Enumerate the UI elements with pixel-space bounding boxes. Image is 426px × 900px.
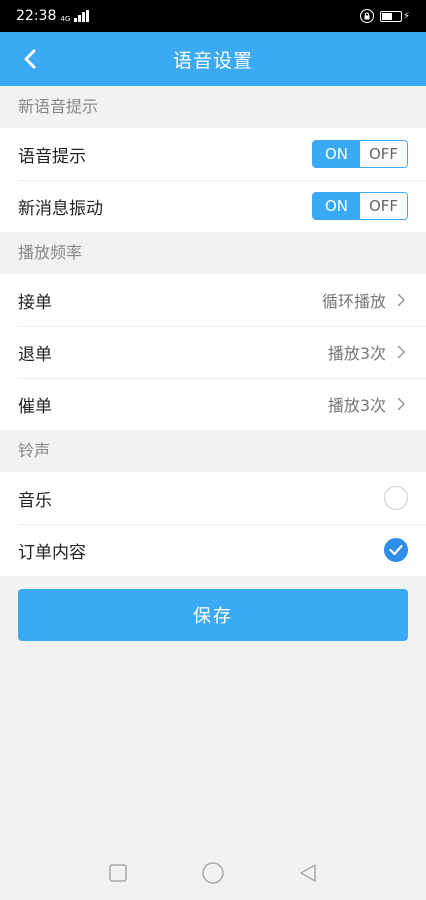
remind-frequency-select[interactable]: 播放3次 [328, 392, 408, 416]
row-accept[interactable]: 接单 循环播放 [0, 274, 426, 326]
row-refund[interactable]: 退单 播放3次 [0, 326, 426, 378]
status-left: 22:38 4G [16, 8, 90, 24]
row-value: 循环播放 [321, 292, 386, 311]
chevron-right-icon [397, 397, 406, 411]
group-new-voice: 语音提示 ON OFF 新消息振动 ON OFF [0, 128, 426, 232]
toggle-on[interactable]: ON [313, 141, 360, 167]
save-button[interactable]: 保存 [18, 589, 408, 641]
row-music[interactable]: 音乐 [0, 472, 426, 524]
group-ringtone: 音乐 订单内容 [0, 472, 426, 576]
row-label: 订单内容 [18, 542, 86, 563]
vibrate-toggle[interactable]: ON OFF [312, 192, 408, 220]
row-remind[interactable]: 催单 播放3次 [0, 378, 426, 430]
home-button[interactable] [193, 853, 233, 893]
refund-frequency-select[interactable]: 播放3次 [328, 340, 408, 364]
chevron-right-icon [397, 345, 406, 359]
toggle-off[interactable]: OFF [360, 141, 407, 167]
triangle-back-icon [300, 864, 317, 882]
recent-apps-button[interactable] [98, 853, 138, 893]
circle-icon [202, 862, 224, 884]
voice-prompt-toggle[interactable]: ON OFF [312, 140, 408, 168]
toggle-off[interactable]: OFF [360, 193, 407, 219]
row-voice-prompt: 语音提示 ON OFF [0, 128, 426, 180]
battery-icon: ⚡ [379, 10, 410, 22]
music-radio[interactable] [384, 486, 408, 510]
section-header-ringtone: 铃声 [0, 430, 426, 472]
page-title: 语音设置 [172, 49, 253, 72]
nav-bar: 语音设置 [0, 32, 426, 86]
status-right: ⚡ [359, 9, 410, 23]
accept-frequency-select[interactable]: 循环播放 [322, 288, 408, 312]
row-label: 接单 [18, 292, 52, 313]
square-icon [108, 864, 127, 882]
row-value: 播放3次 [327, 344, 386, 363]
signal-icon [74, 10, 90, 22]
toggle-on[interactable]: ON [313, 193, 360, 219]
check-icon [389, 544, 403, 556]
order-content-radio[interactable] [384, 538, 408, 562]
section-header-new-voice: 新语音提示 [0, 86, 426, 128]
status-time: 22:38 [16, 8, 57, 24]
row-label: 退单 [18, 344, 52, 365]
system-nav-bar [0, 846, 426, 900]
row-label: 语音提示 [18, 146, 86, 167]
row-label: 新消息振动 [18, 198, 103, 219]
chevron-right-icon [397, 293, 406, 307]
row-order-content[interactable]: 订单内容 [0, 524, 426, 576]
row-label: 音乐 [18, 490, 52, 511]
row-vibrate: 新消息振动 ON OFF [0, 180, 426, 232]
group-frequency: 接单 循环播放 退单 播放3次 催单 播放3次 [0, 274, 426, 430]
rotation-lock-icon [359, 9, 374, 23]
section-header-frequency: 播放频率 [0, 232, 426, 274]
chevron-left-icon [24, 49, 36, 69]
back-button[interactable] [12, 32, 48, 86]
row-label: 催单 [18, 396, 52, 417]
network-type: 4G [60, 15, 71, 23]
row-value: 播放3次 [327, 396, 386, 415]
status-bar: 22:38 4G ⚡ [0, 0, 426, 32]
system-back-button[interactable] [288, 853, 328, 893]
